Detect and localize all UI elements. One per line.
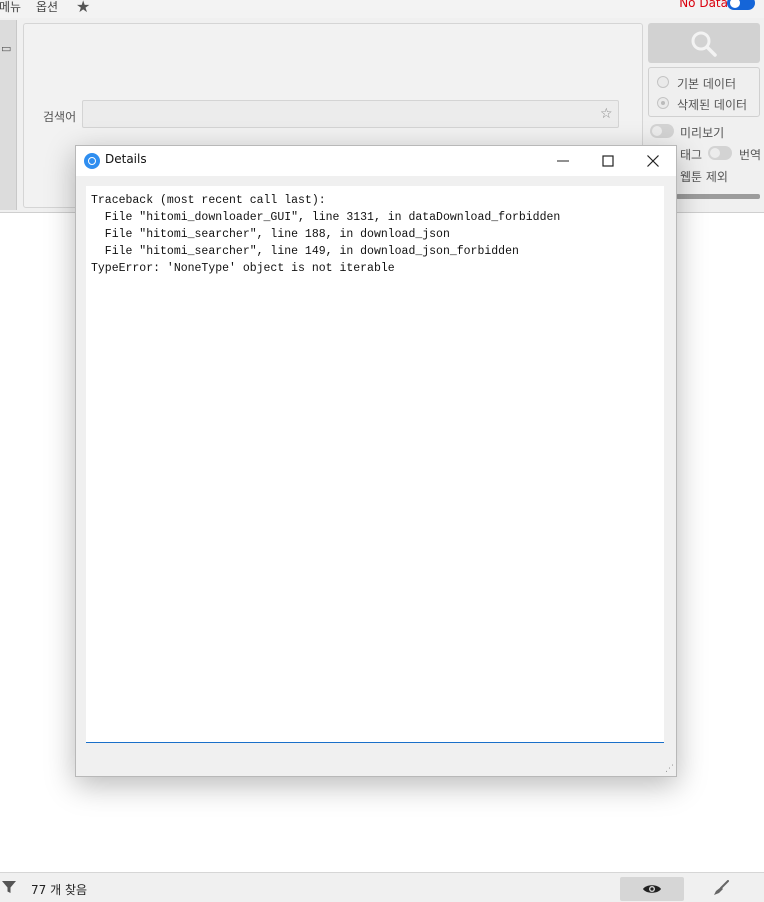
main-toggle[interactable] (727, 0, 755, 10)
magnifier-icon (691, 31, 717, 57)
menu-main[interactable]: 메뉴 (0, 0, 21, 15)
minimize-button[interactable] (540, 146, 585, 176)
tag-label: 태그 (680, 148, 703, 162)
radio-basic-label: 기본 데이터 (677, 77, 737, 91)
menu-options[interactable]: 옵션 (36, 0, 58, 15)
preview-label: 미리보기 (680, 126, 725, 140)
radio-basic-data[interactable] (657, 76, 669, 88)
details-dialog: Details Traceback (most recent call last… (75, 145, 677, 777)
resize-grip[interactable]: ⋰ (665, 764, 674, 774)
filter-icon[interactable] (2, 880, 16, 894)
left-sidebar-strip[interactable]: ▭ (0, 20, 17, 210)
close-button[interactable] (630, 146, 675, 176)
minimize-icon (557, 160, 569, 162)
menu-bar: 메뉴 옵션 ★ No Data (0, 0, 764, 18)
status-bar: 77 개 찾음 (0, 872, 764, 902)
close-icon (647, 155, 659, 167)
exclude-webtoon-label[interactable]: 웹툰 제외 (680, 168, 728, 185)
radio-deleted-label: 삭제된 데이터 (677, 98, 748, 112)
maximize-button[interactable] (585, 146, 630, 176)
preview-button[interactable] (620, 877, 684, 901)
details-textarea[interactable]: Traceback (most recent call last): File … (86, 186, 664, 743)
app-logo-icon (84, 153, 100, 169)
search-label: 검색어 (43, 110, 77, 124)
translate-label: 번역 (739, 148, 762, 162)
window-icon[interactable]: ▭ (1, 42, 11, 55)
translate-toggle[interactable] (708, 146, 732, 160)
dialog-titlebar[interactable]: Details (76, 146, 676, 176)
maximize-icon (602, 155, 614, 167)
right-panel-scrollbar[interactable] (676, 194, 760, 199)
status-text: No Data (679, 0, 728, 10)
dialog-title: Details (105, 152, 147, 166)
preview-toggle[interactable] (650, 124, 674, 138)
favorite-star-icon[interactable]: ☆ (600, 106, 613, 122)
search-button[interactable] (648, 23, 760, 63)
star-icon[interactable]: ★ (76, 0, 90, 16)
result-count: 77 개 찾음 (31, 883, 88, 897)
search-input[interactable] (82, 100, 619, 128)
eye-icon (643, 885, 661, 893)
brush-icon[interactable] (712, 880, 730, 896)
radio-deleted-data[interactable] (657, 97, 669, 109)
